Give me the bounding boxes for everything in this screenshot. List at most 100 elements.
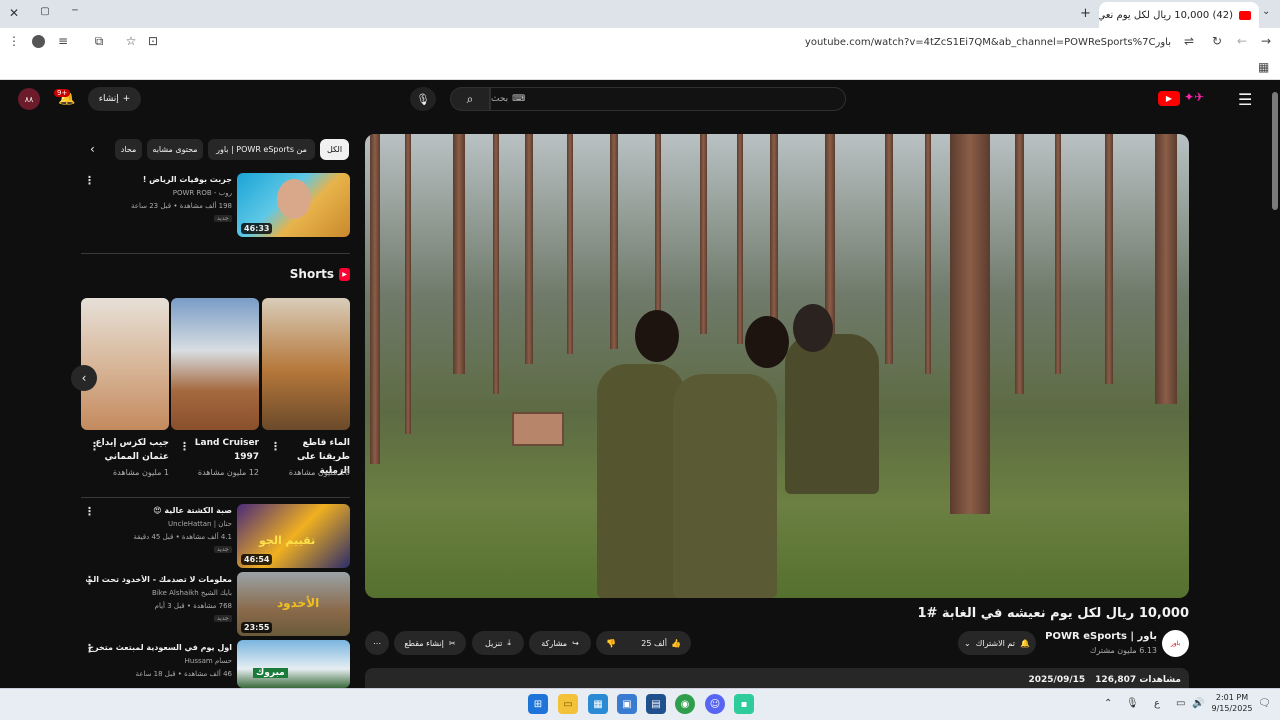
share-button[interactable]: مشاركة ↪ [529,631,591,655]
subscribe-label: تم الاشتراك [975,638,1015,648]
file-explorer-icon[interactable]: ▭ [558,694,578,714]
tray-mic-icon[interactable]: 🎙 [1126,698,1139,709]
tab-search-icon[interactable]: ⌄ [1262,6,1270,17]
video-thumbnail[interactable]: 46:33 [237,173,350,237]
download-label: تنزيل [485,638,503,648]
search-button[interactable]: ⌕ [450,87,490,111]
kebab-menu-icon[interactable]: ⋮ [84,174,95,187]
volume-icon[interactable]: 🔊 [1192,698,1204,709]
bookmark-star-icon[interactable]: ☆ [123,34,139,48]
new-badge: جديد [214,215,232,222]
kebab-menu-icon[interactable]: ⋮ [89,440,100,453]
install-app-icon[interactable]: ⊡ [145,34,161,48]
keyboard-icon[interactable]: ⌨ [512,94,525,104]
search-input[interactable]: بحث ⌨ [490,87,846,111]
chip-all[interactable]: الكل [320,139,349,160]
share-label: مشاركة [541,638,568,648]
short-thumbnail[interactable] [81,298,169,430]
notification-center-icon[interactable]: 🗨 [1258,698,1271,709]
sidebar-video-channel[interactable]: روب - POWR ROB [86,189,232,197]
site-settings-icon[interactable]: ⇌ [1181,34,1197,48]
more-actions-button[interactable]: ⋯ [365,631,389,655]
app-icon[interactable]: ▪ [734,694,754,714]
sidebar-video-title[interactable]: اول يوم في السعودية لمبتعث متخرج [86,643,232,652]
video-thumbnail[interactable]: تقييم الجو 46:54 [237,504,350,568]
dislike-icon[interactable]: 👎 [606,639,616,648]
shorts-previous-button[interactable]: ‹ [71,365,97,391]
download-button[interactable]: تنزيل ⤓ [472,631,524,655]
sidebar-video-title[interactable]: معلومات لا تصدمك - الأخدود تحت المجهر [86,575,232,584]
more-horizontal-icon: ⋯ [373,638,381,648]
kebab-menu-icon[interactable]: ⋮ [84,574,95,587]
media-control-icon[interactable]: ≡ [55,34,71,48]
sidebar-video-meta: 198 ألف مشاهدة • قبل 23 ساعة [131,202,232,210]
browser-menu-icon[interactable]: ⋮ [6,34,22,48]
create-button[interactable]: إنشاء + [88,87,141,111]
user-avatar[interactable]: ٨٨ [18,88,40,110]
window-restore-button[interactable]: ▢ [37,6,53,17]
bell-icon: 🔔 [1019,638,1030,648]
channel-avatar[interactable]: باور [1162,630,1189,657]
input-language[interactable]: ع [1154,698,1160,709]
scissors-icon: ✂ [448,638,456,648]
reload-icon[interactable]: ↻ [1209,34,1225,48]
apps-grid-icon[interactable]: ▦ [1258,60,1269,74]
hamburger-menu-icon[interactable]: ☰ [1238,90,1252,109]
video-thumbnail[interactable]: مبروك [237,640,350,688]
kebab-menu-icon[interactable]: ⋮ [179,440,190,453]
voice-search-button[interactable]: 🎙 [410,87,436,111]
address-bar[interactable]: youtube.com/watch?v=4tZcS1Ei7QM&ab_chann… [144,31,1199,53]
shorts-icon: ▶ [339,267,350,281]
chip-watched[interactable]: محاد [115,139,142,160]
short-thumbnail[interactable] [171,298,259,430]
sidebar-video-meta: 46 ألف مشاهدة • قبل 18 ساعة [135,670,233,678]
thumbnail-text: الأخدود [277,596,320,610]
sidebar-video-channel[interactable]: بايك الشيخ Bike Alshaikh [86,589,232,597]
start-icon[interactable]: ⊞ [528,694,548,714]
short-title[interactable]: Land Cruiser 1997 [181,436,259,464]
thumbnail-text: تقييم الجو [259,534,316,547]
chrome-icon[interactable]: ◉ [675,694,695,714]
video-player[interactable] [365,134,1189,598]
kebab-menu-icon[interactable]: ⋮ [270,440,281,453]
kebab-menu-icon[interactable]: ⋮ [84,505,95,518]
like-button[interactable]: 25 ألف 👍 [641,639,681,648]
window-minimize-button[interactable]: ─ [67,6,83,16]
url-text: youtube.com/watch?v=4tZcS1Ei7QM&ab_chann… [804,36,1171,48]
network-icon[interactable]: ▭ [1176,698,1185,709]
youtube-logo-icon[interactable]: ▶ [1158,91,1180,106]
section-divider [81,253,350,254]
extensions-icon[interactable]: ⧉ [91,34,107,49]
chip-from-channel[interactable]: من POWR eSports | باور [208,139,315,160]
video-thumbnail[interactable]: الأخدود 23:55 [237,572,350,636]
taskbar-clock[interactable]: 2:01 PM 9/15/2025 [1208,692,1256,714]
browser-tab[interactable]: (42) 10,000 ريال لكل يوم نعي ✕ [1099,2,1259,28]
forward-icon[interactable]: ← [1234,34,1250,48]
short-thumbnail[interactable] [262,298,350,430]
subscribe-button[interactable]: ⌄ تم الاشتراك 🔔 [958,631,1036,655]
short-title[interactable]: جيب لكزس إبداع عثمان المماني [91,436,169,464]
store-icon[interactable]: ▦ [588,694,608,714]
window-close-button[interactable]: ✕ [6,6,22,20]
chevron-left-icon[interactable]: ‹ [90,142,95,156]
view-count: 126,807 مشاهدات [1095,675,1181,685]
back-icon[interactable]: → [1258,34,1274,48]
tray-chevron-icon[interactable]: ⌃ [1104,698,1112,709]
scrollbar-thumb[interactable] [1272,92,1278,210]
chip-related[interactable]: محتوى مشابه [147,139,203,160]
share-icon: ↪ [572,638,579,648]
sidebar-video-title[interactable]: جربت بوفيات الرياض ! [86,175,232,184]
calculator-icon[interactable]: ▤ [646,694,666,714]
sidebar-video-channel[interactable]: حسام Hussam [86,657,232,665]
clock-time: 2:01 PM [1215,693,1249,702]
profile-avatar[interactable] [32,35,45,48]
clip-button[interactable]: إنشاء مقطع ✂ [394,631,466,655]
channel-name[interactable]: باور | POWR eSports [1030,631,1157,642]
kebab-menu-icon[interactable]: ⋮ [84,642,95,655]
create-label: إنشاء [98,94,119,104]
discord-icon[interactable]: ☺ [705,694,725,714]
sidebar-video-channel[interactable]: حتان | UncleHattan [86,520,232,528]
remote-desktop-icon[interactable]: ▣ [617,694,637,714]
sidebar-video-title[interactable]: صبة الكشتة عالية 😍 [86,506,232,515]
new-tab-button[interactable]: + [1080,6,1091,21]
